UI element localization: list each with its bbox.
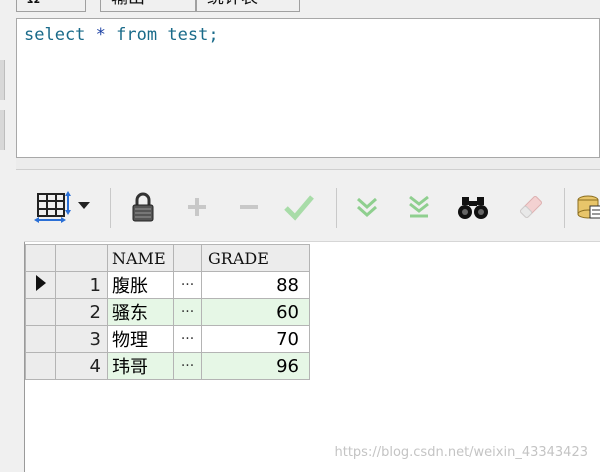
eraser-icon (520, 196, 542, 218)
minus-icon (240, 205, 258, 209)
lock-icon (132, 192, 154, 222)
sql-text: select * from test; (24, 25, 219, 45)
toolbar-separator (564, 188, 565, 228)
result-tab-strip: Ω 输出 统计表 (0, 0, 600, 14)
cell-grade[interactable]: 96 (201, 352, 310, 380)
toolbar-separator (110, 188, 111, 228)
cell-name[interactable]: 玮哥 (107, 352, 174, 380)
sql-keyword-select: select (24, 25, 86, 45)
row-indicator-header (25, 244, 56, 272)
last-page-button[interactable] (402, 190, 436, 224)
tab-0[interactable]: Ω (16, 0, 86, 12)
double-chevron-down-icon (357, 197, 377, 218)
cell-edit-button[interactable]: ··· (173, 352, 202, 380)
export-button[interactable] (572, 190, 600, 224)
cell-grade[interactable]: 60 (201, 298, 310, 326)
sql-semicolon: ; (208, 25, 219, 45)
left-gutter (0, 0, 16, 472)
cell-grade[interactable]: 70 (201, 325, 310, 353)
row-number: 4 (55, 352, 108, 380)
row-number-header (55, 244, 108, 272)
editor-splitter[interactable] (16, 158, 600, 170)
table-row[interactable]: 4 玮哥 ··· 96 (25, 352, 310, 380)
watermark: https://blog.csdn.net/weixin_43343423 (334, 445, 588, 460)
current-row-indicator (25, 271, 56, 299)
lock-button[interactable] (126, 190, 160, 224)
sql-keyword-from: from (116, 25, 158, 45)
row-number: 2 (55, 298, 108, 326)
column-header-grade[interactable]: GRADE (201, 244, 310, 272)
binoculars-icon (458, 197, 488, 219)
row-indicator (25, 298, 56, 326)
toolbar-separator (336, 188, 337, 228)
sql-table-name: test (167, 25, 209, 45)
checkmark-icon (284, 195, 314, 221)
gutter-mark (0, 110, 5, 150)
cell-name[interactable]: 骚东 (107, 298, 174, 326)
post-changes-button[interactable] (282, 190, 316, 224)
table-row[interactable]: 2 骚东 ··· 60 (25, 298, 310, 326)
results-grid-area: NAME GRADE 1 腹胀 ··· 88 2 骚东 ··· 60 3 物理 … (24, 242, 600, 472)
grid-view-dropdown[interactable] (32, 190, 102, 224)
row-indicator (25, 352, 56, 380)
add-record-button[interactable] (180, 190, 214, 224)
result-toolbar (24, 178, 600, 242)
clear-button[interactable] (514, 190, 548, 224)
table-row[interactable]: 1 腹胀 ··· 88 (25, 271, 310, 299)
table-row[interactable]: 3 物理 ··· 70 (25, 325, 310, 353)
gutter-mark (0, 60, 5, 100)
cell-grade[interactable]: 88 (201, 271, 310, 299)
grid-icon (34, 191, 90, 223)
results-grid: NAME GRADE 1 腹胀 ··· 88 2 骚东 ··· 60 3 物理 … (25, 244, 310, 380)
row-number: 3 (55, 325, 108, 353)
double-chevron-down-bar-icon (409, 195, 429, 218)
cell-name[interactable]: 物理 (107, 325, 174, 353)
chevron-down-icon (78, 202, 90, 209)
cell-edit-button[interactable]: ··· (173, 325, 202, 353)
row-number: 1 (55, 271, 108, 299)
row-indicator (25, 325, 56, 353)
column-header-spacer (173, 244, 202, 272)
tab-statistics[interactable]: 统计表 (196, 0, 300, 12)
cell-edit-button[interactable]: ··· (173, 298, 202, 326)
sql-star: * (95, 25, 106, 45)
find-button[interactable] (456, 190, 490, 224)
database-export-icon (577, 195, 600, 219)
plus-icon (188, 198, 206, 216)
play-arrow-icon (35, 274, 46, 291)
next-page-button[interactable] (350, 190, 384, 224)
grid-header-row: NAME GRADE (25, 244, 310, 272)
cell-name[interactable]: 腹胀 (107, 271, 174, 299)
cell-edit-button[interactable]: ··· (173, 271, 202, 299)
column-header-name[interactable]: NAME (107, 244, 174, 272)
delete-record-button[interactable] (232, 190, 266, 224)
tab-output[interactable]: 输出 (100, 0, 196, 12)
sql-editor[interactable]: select * from test; (16, 18, 600, 158)
